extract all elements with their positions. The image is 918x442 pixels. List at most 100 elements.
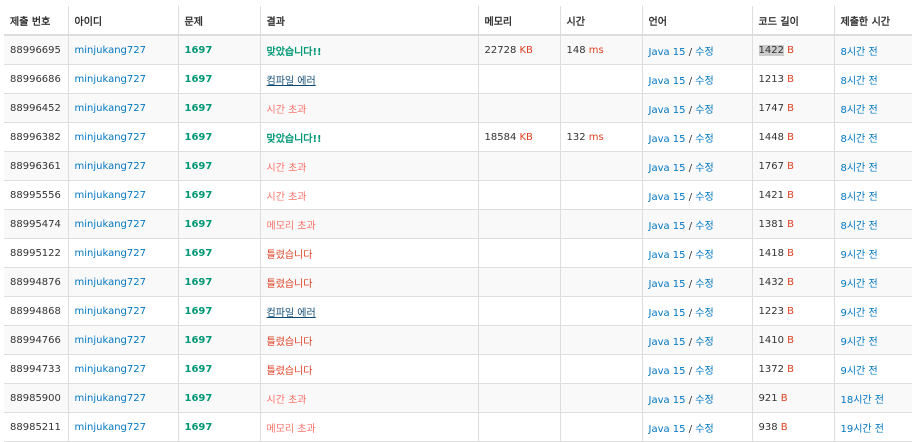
cell-time: 148 ms: [559, 34, 642, 65]
user-link[interactable]: minjukang727: [75, 161, 147, 172]
cell-submission-id: 88995474: [4, 209, 68, 239]
edit-link[interactable]: 수정: [695, 76, 713, 87]
cell-problem: 1697: [177, 64, 260, 94]
language-link[interactable]: Java 15: [649, 366, 686, 377]
submitted-time-link[interactable]: 9시간 전: [841, 250, 878, 261]
submitted-time-link[interactable]: 9시간 전: [841, 308, 878, 319]
result-text: 시간 초과: [266, 104, 307, 116]
edit-link[interactable]: 수정: [695, 366, 713, 377]
compile-error-link[interactable]: 컴파일 에러: [267, 76, 316, 87]
problem-link[interactable]: 1697: [185, 190, 213, 201]
language-separator: /: [685, 133, 696, 145]
user-link[interactable]: minjukang727: [75, 45, 147, 56]
table-row: 88994868 minjukang727 1697 컴파일 에러 Java 15 / …: [4, 296, 912, 326]
edit-link[interactable]: 수정: [695, 308, 713, 319]
user-link[interactable]: minjukang727: [75, 422, 147, 433]
submission-status-table: 제출 번호 아이디 문제 결과 메모리 시간 언어 코드 길이 제출한 시간 8…: [4, 6, 912, 442]
cell-language: Java 15 / 수정: [641, 296, 752, 326]
user-link[interactable]: minjukang727: [75, 306, 147, 317]
header-user-id: 아이디: [67, 6, 178, 36]
edit-link[interactable]: 수정: [695, 47, 713, 58]
problem-link[interactable]: 1697: [185, 161, 213, 172]
language-link[interactable]: Java 15: [649, 105, 686, 116]
language-separator: /: [685, 336, 696, 348]
language-link[interactable]: Java 15: [649, 424, 686, 435]
code-length-unit: B: [787, 218, 795, 230]
cell-code-length: 921 B: [751, 383, 834, 413]
cell-problem: 1697: [177, 354, 260, 384]
submitted-time-link[interactable]: 18시간 전: [841, 395, 885, 406]
problem-link[interactable]: 1697: [185, 422, 213, 433]
language-separator: /: [685, 191, 696, 203]
cell-submission-id: 88994733: [4, 354, 68, 384]
cell-language: Java 15 / 수정: [641, 412, 752, 442]
submitted-time-link[interactable]: 8시간 전: [841, 47, 878, 58]
submitted-time-link[interactable]: 8시간 전: [841, 192, 878, 203]
problem-link[interactable]: 1697: [185, 306, 213, 317]
edit-link[interactable]: 수정: [695, 424, 713, 435]
language-link[interactable]: Java 15: [649, 163, 686, 174]
user-link[interactable]: minjukang727: [75, 277, 147, 288]
submitted-time-link[interactable]: 8시간 전: [841, 76, 878, 87]
submitted-time-link[interactable]: 9시간 전: [841, 337, 878, 348]
user-link[interactable]: minjukang727: [75, 132, 147, 143]
cell-time: [559, 412, 642, 442]
user-link[interactable]: minjukang727: [75, 103, 147, 114]
problem-link[interactable]: 1697: [185, 335, 213, 346]
cell-submitted-time: 8시간 전: [833, 180, 912, 210]
user-link[interactable]: minjukang727: [75, 248, 147, 259]
code-length-unit: B: [787, 276, 795, 288]
submitted-time-link[interactable]: 8시간 전: [841, 105, 878, 116]
language-link[interactable]: Java 15: [649, 47, 686, 58]
cell-submission-id: 88995556: [4, 180, 68, 210]
user-link[interactable]: minjukang727: [75, 74, 147, 85]
language-link[interactable]: Java 15: [649, 221, 686, 232]
problem-link[interactable]: 1697: [185, 277, 213, 288]
problem-link[interactable]: 1697: [185, 103, 213, 114]
cell-code-length: 1213 B: [751, 64, 834, 94]
submitted-time-link[interactable]: 8시간 전: [841, 163, 878, 174]
cell-time: [559, 93, 642, 123]
cell-submission-id: 88996686: [4, 64, 68, 94]
language-link[interactable]: Java 15: [649, 395, 686, 406]
submitted-time-link[interactable]: 9시간 전: [841, 366, 878, 377]
language-link[interactable]: Java 15: [649, 279, 686, 290]
problem-link[interactable]: 1697: [185, 132, 213, 143]
language-link[interactable]: Java 15: [649, 192, 686, 203]
cell-code-length: 938 B: [751, 412, 834, 442]
edit-link[interactable]: 수정: [695, 105, 713, 116]
language-link[interactable]: Java 15: [649, 308, 686, 319]
edit-link[interactable]: 수정: [695, 250, 713, 261]
edit-link[interactable]: 수정: [695, 134, 713, 145]
problem-link[interactable]: 1697: [185, 45, 213, 56]
cell-submission-id: 88996382: [4, 122, 68, 152]
user-link[interactable]: minjukang727: [75, 393, 147, 404]
edit-link[interactable]: 수정: [695, 395, 713, 406]
problem-link[interactable]: 1697: [185, 364, 213, 375]
table-row: 88996382 minjukang727 1697 맞았습니다!! 18584 KB 1…: [4, 122, 912, 152]
edit-link[interactable]: 수정: [695, 163, 713, 174]
edit-link[interactable]: 수정: [695, 279, 713, 290]
user-link[interactable]: minjukang727: [75, 364, 147, 375]
submitted-time-link[interactable]: 19시간 전: [841, 424, 885, 435]
compile-error-link[interactable]: 컴파일 에러: [267, 308, 316, 319]
problem-link[interactable]: 1697: [185, 219, 213, 230]
cell-submitted-time: 9시간 전: [833, 325, 912, 355]
problem-link[interactable]: 1697: [185, 393, 213, 404]
problem-link[interactable]: 1697: [185, 74, 213, 85]
language-link[interactable]: Java 15: [649, 250, 686, 261]
problem-link[interactable]: 1697: [185, 248, 213, 259]
user-link[interactable]: minjukang727: [75, 335, 147, 346]
language-link[interactable]: Java 15: [649, 337, 686, 348]
edit-link[interactable]: 수정: [695, 221, 713, 232]
submitted-time-link[interactable]: 8시간 전: [841, 221, 878, 232]
submitted-time-link[interactable]: 8시간 전: [841, 134, 878, 145]
edit-link[interactable]: 수정: [695, 337, 713, 348]
user-link[interactable]: minjukang727: [75, 219, 147, 230]
language-link[interactable]: Java 15: [649, 76, 686, 87]
table-row: 88994876 minjukang727 1697 틀렸습니다 Java 15 / 수…: [4, 267, 912, 297]
submitted-time-link[interactable]: 9시간 전: [841, 279, 878, 290]
language-link[interactable]: Java 15: [649, 134, 686, 145]
edit-link[interactable]: 수정: [695, 192, 713, 203]
user-link[interactable]: minjukang727: [75, 190, 147, 201]
